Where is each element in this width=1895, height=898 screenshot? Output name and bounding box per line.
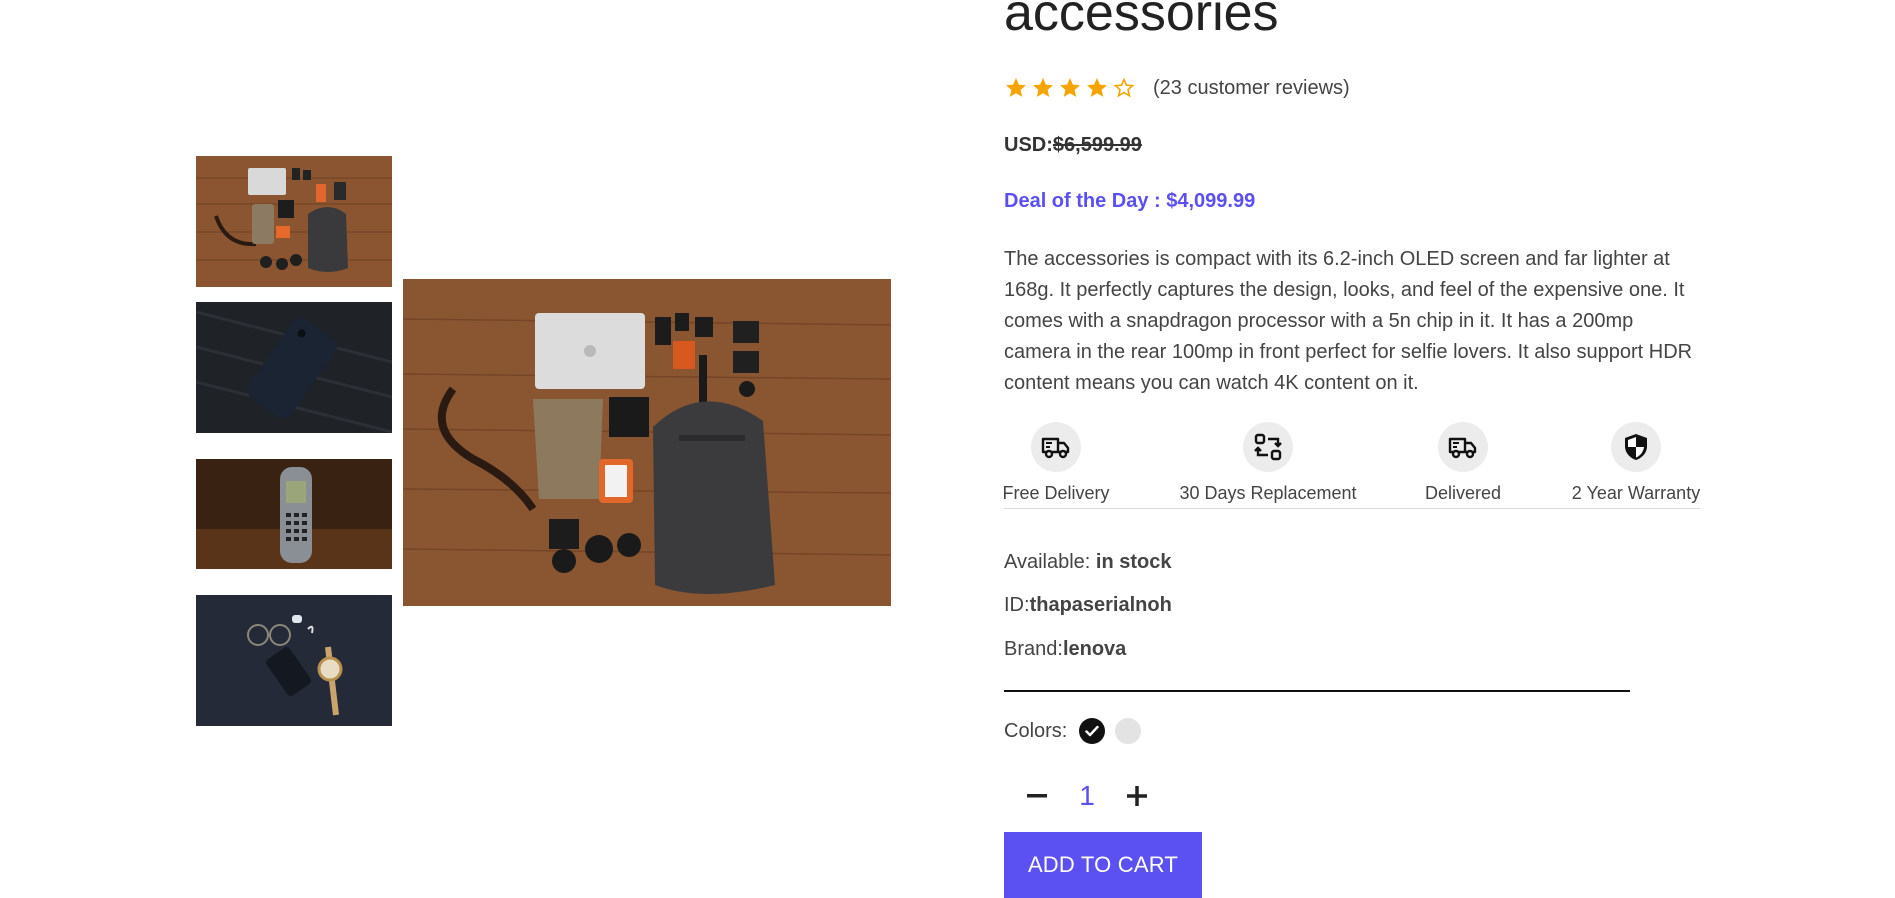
check-icon	[1085, 725, 1100, 737]
service-label: Delivered	[1424, 483, 1502, 503]
brand-value: lenova	[1062, 638, 1127, 660]
brand-label: Brand:	[1004, 638, 1063, 660]
thumbnail-phone-dark[interactable]	[196, 302, 392, 433]
shield-icon	[1611, 422, 1661, 472]
star-outline-icon	[1113, 77, 1135, 98]
star-filled-icon	[1006, 78, 1026, 97]
price: USD:$6,599.99	[1004, 134, 1142, 157]
plus-icon	[1127, 786, 1147, 806]
service-warranty: 2 Year Warranty	[1572, 422, 1700, 504]
service-features: Free Delivery 30 Days Replacement Delive…	[1002, 422, 1700, 509]
main-product-image	[403, 279, 891, 606]
decrease-quantity-button[interactable]	[1022, 781, 1052, 811]
service-label: Free Delivery	[1002, 483, 1110, 503]
colors-label: Colors:	[1004, 719, 1068, 742]
availability: Available: in stock	[1004, 551, 1172, 574]
availability-label: Available:	[1004, 551, 1096, 573]
product-description: The accessories is compact with its 6.2-…	[1004, 248, 1693, 394]
brand: Brand:lenova	[1004, 638, 1126, 661]
thumbnail-bag-flatlay[interactable]	[196, 156, 392, 287]
quantity-stepper: 1	[1022, 780, 1152, 812]
original-price: $6,599.99	[1052, 134, 1142, 156]
truck-icon	[1438, 422, 1488, 472]
service-free-delivery: Free Delivery	[1002, 422, 1110, 504]
color-swatch-black[interactable]	[1079, 718, 1106, 744]
review-count: (23 customer reviews)	[1153, 76, 1350, 99]
add-to-cart-button[interactable]: ADD TO CART	[1004, 832, 1202, 898]
thumbnail-watch-flatlay[interactable]	[196, 595, 392, 726]
divider	[1004, 690, 1630, 692]
service-replacement: 30 Days Replacement	[1179, 422, 1357, 504]
deal-price: Deal of the Day : $4,099.99	[1004, 190, 1256, 212]
id-label: ID:	[1004, 594, 1030, 616]
rating: (23 customer reviews)	[1004, 76, 1350, 100]
service-label: 2 Year Warranty	[1571, 483, 1701, 503]
color-picker: Colors:	[1004, 718, 1142, 744]
product-title: accessories	[1004, 0, 1279, 42]
product-id: ID:thapaserialnoh	[1004, 594, 1172, 617]
truck-icon	[1031, 422, 1081, 472]
star-filled-icon	[1060, 78, 1080, 97]
availability-value: in stock	[1095, 551, 1172, 573]
color-swatch-gray[interactable]	[1115, 718, 1142, 744]
service-delivered: Delivered	[1424, 422, 1502, 504]
service-label: 30 Days Replacement	[1179, 483, 1357, 503]
quantity-value: 1	[1079, 780, 1095, 811]
price-label: USD:	[1004, 134, 1053, 156]
star-filled-icon	[1033, 78, 1053, 97]
minus-icon	[1027, 794, 1047, 798]
replace-icon	[1243, 422, 1293, 472]
star-filled-icon	[1087, 78, 1107, 97]
thumbnail-nokia-phone[interactable]	[196, 459, 392, 569]
id-value: thapaserialnoh	[1029, 594, 1172, 616]
increase-quantity-button[interactable]	[1122, 781, 1152, 811]
